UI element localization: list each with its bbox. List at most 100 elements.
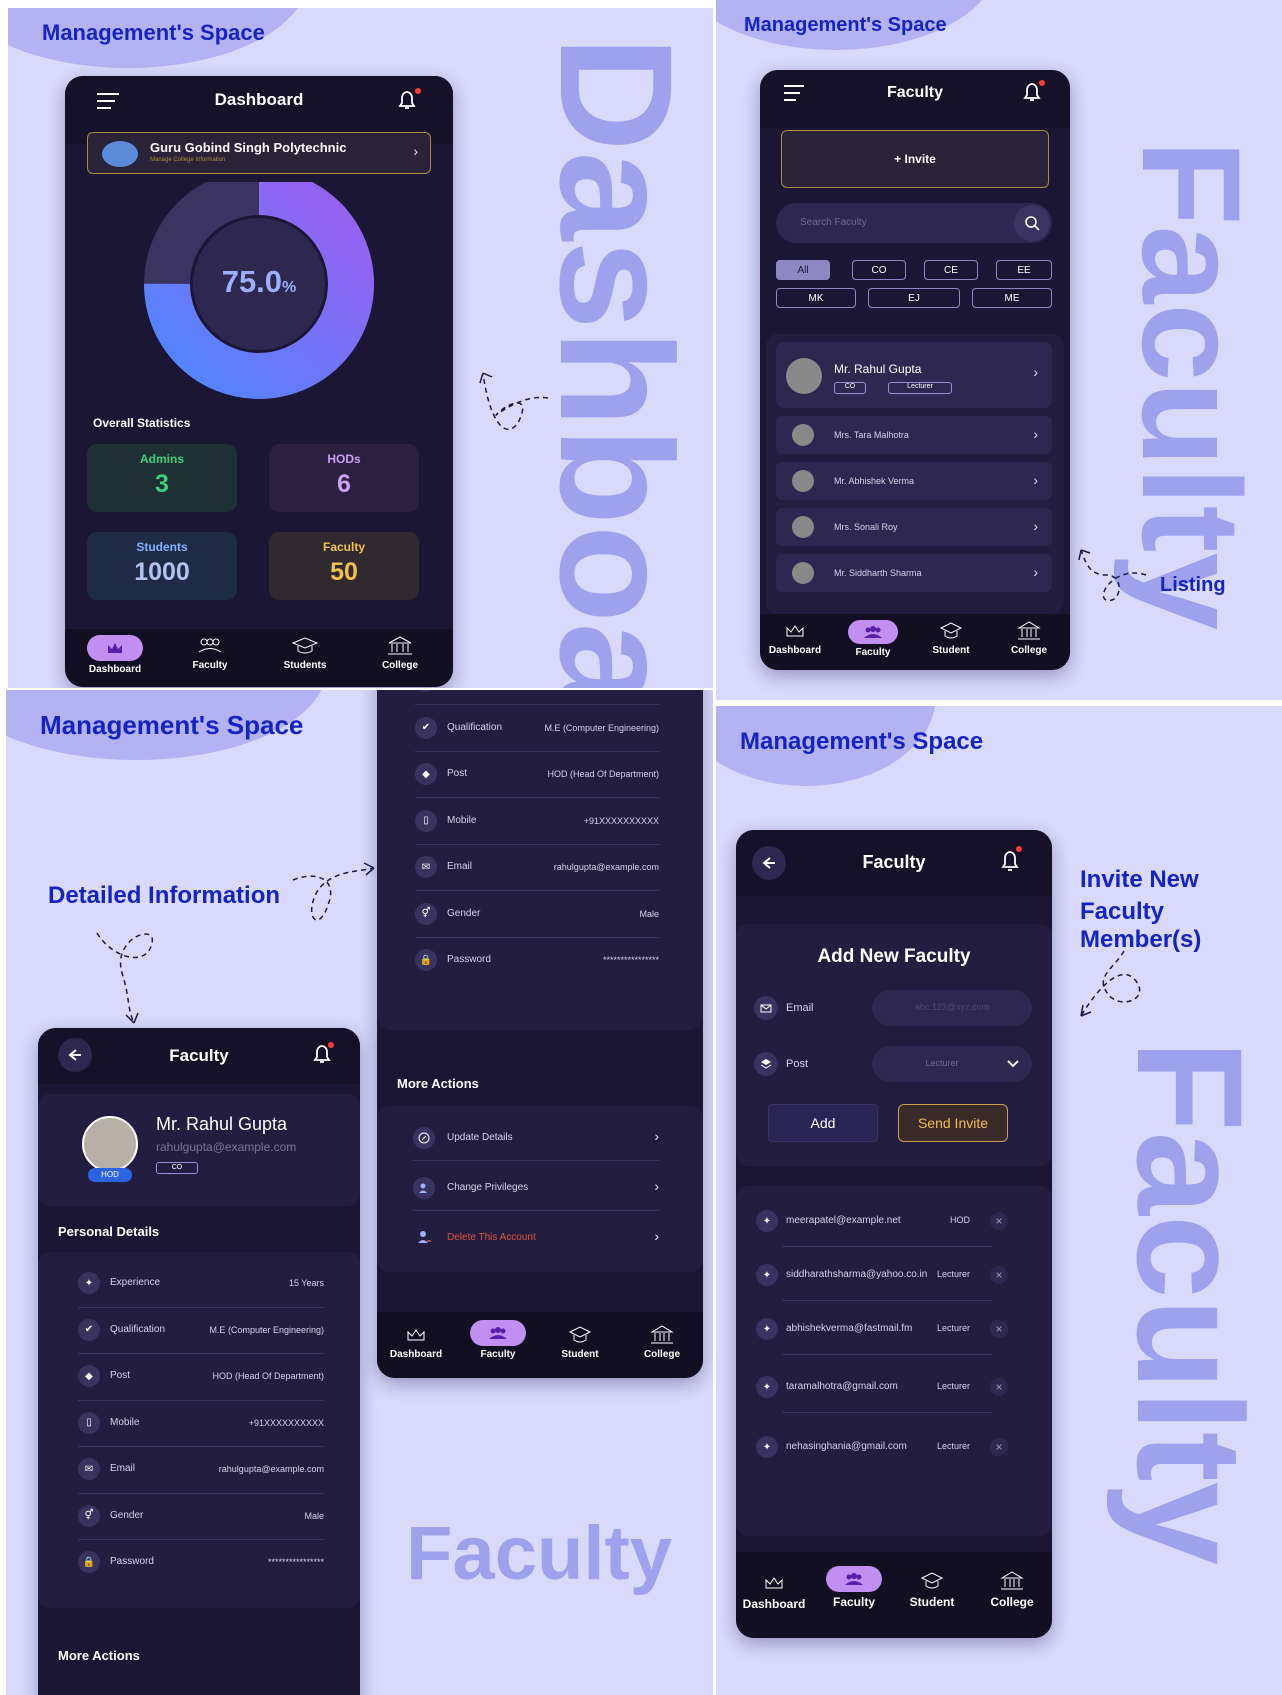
field-label: Qualification <box>447 721 503 733</box>
filter-chip[interactable]: CE <box>924 260 978 280</box>
phone-icon: ▯ <box>415 809 437 832</box>
filter-chip[interactable]: MK <box>776 288 856 308</box>
college-card[interactable]: Guru Gobind Singh Polytechnic Manage Col… <box>87 132 431 174</box>
divider <box>413 1160 659 1161</box>
stat-value: 50 <box>330 558 358 586</box>
nav-students[interactable]: Students <box>265 635 345 671</box>
invite-button[interactable]: + Invite <box>781 130 1049 188</box>
filter-chip[interactable]: ME <box>972 288 1052 308</box>
nav-student[interactable]: Student <box>892 1570 972 1609</box>
graduation-cap-icon <box>291 637 319 654</box>
divider <box>78 1399 324 1401</box>
stat-value: 1000 <box>134 558 190 586</box>
phone-icon: ▯ <box>78 1411 100 1434</box>
lock-icon: 🔒 <box>78 1551 100 1573</box>
space-title: Management's Space <box>42 20 265 45</box>
divider <box>413 1210 659 1211</box>
post-select[interactable]: Lecturer <box>872 1046 1032 1082</box>
role-badge: HOD <box>88 1168 132 1182</box>
detail-panel: Management's Space Detailed Information … <box>6 690 713 1695</box>
remove-icon[interactable]: × <box>990 1320 1008 1338</box>
field-label: Email <box>110 1463 136 1474</box>
college-logo-icon <box>102 141 138 167</box>
search-bar[interactable]: Search Faculty <box>776 203 1052 243</box>
filter-chip[interactable]: EE <box>996 260 1052 280</box>
crown-icon <box>407 1329 425 1341</box>
hods-stat: HODs 6 <box>269 444 419 512</box>
nav-college[interactable]: College <box>972 1570 1052 1609</box>
notification-dot <box>1016 846 1022 852</box>
nav-faculty[interactable]: Faculty <box>834 620 912 658</box>
stat-value: 6 <box>337 470 351 498</box>
remove-icon[interactable]: × <box>990 1438 1008 1456</box>
list-item[interactable]: Mrs. Sonali Roy › <box>776 508 1052 546</box>
students-stat: Students 1000 <box>87 532 237 600</box>
change-privileges-action[interactable]: Change Privileges › <box>413 1168 659 1208</box>
invite-role: Lecturer <box>936 1441 970 1451</box>
remove-icon[interactable]: × <box>990 1212 1008 1230</box>
chevron-right-icon: › <box>1033 364 1038 380</box>
filter-chip[interactable]: CO <box>852 260 906 280</box>
field-value: **************** <box>602 955 659 965</box>
email-input[interactable]: abc.123@xyz.com <box>872 990 1032 1026</box>
nav-dashboard[interactable]: Dashboard <box>377 1324 457 1360</box>
invite-email: meerapatel@example.net <box>786 1215 901 1226</box>
space-title: Management's Space <box>740 728 984 755</box>
field-label: Email <box>447 861 473 872</box>
update-details-action[interactable]: Update Details › <box>413 1118 659 1158</box>
nav-dashboard[interactable]: Dashboard <box>75 635 155 675</box>
faculty-stat: Faculty 50 <box>269 532 419 600</box>
listing-phone: Faculty + Invite Search Faculty All CO C… <box>760 70 1070 670</box>
filter-chip[interactable]: EJ <box>868 288 960 308</box>
mail-icon: ✉ <box>78 1458 100 1480</box>
stat-label: Students <box>136 540 188 554</box>
nav-faculty[interactable]: Faculty <box>457 1320 539 1360</box>
invite-panel: Management's Space Invite New Faculty Me… <box>716 706 1282 1695</box>
search-icon[interactable] <box>1014 205 1050 241</box>
arrow-doodle <box>1080 950 1141 1017</box>
divider <box>782 1246 992 1247</box>
listing-label: Listing <box>1160 574 1226 596</box>
featured-faculty-card[interactable]: Mr. Rahul Gupta CO Lecturer › <box>776 342 1052 408</box>
nav-student[interactable]: Student <box>539 1324 621 1360</box>
nav-college[interactable]: College <box>621 1324 703 1360</box>
invites-card <box>736 1186 1052 1536</box>
building-icon <box>650 1325 674 1344</box>
divider <box>78 1353 324 1354</box>
arrow-doodle <box>292 862 375 921</box>
bell-icon[interactable] <box>998 848 1022 879</box>
field-label: Gender <box>110 1509 144 1521</box>
list-item[interactable]: Mrs. Tara Malhotra › <box>776 416 1052 454</box>
delete-account-action[interactable]: Delete This Account › <box>413 1218 659 1258</box>
field-label: Gender <box>447 907 481 919</box>
stat-label: Faculty <box>322 540 365 554</box>
invite-email: nehasinghania@gmail.com <box>786 1441 907 1452</box>
profile-name: Mr. Rahul Gupta <box>156 1114 288 1134</box>
list-item[interactable]: Mr. Siddharth Sharma › <box>776 554 1052 592</box>
filter-chip[interactable]: All <box>776 260 830 280</box>
list-item[interactable]: Mr. Abhishek Verma › <box>776 462 1052 500</box>
invite-role: HOD <box>950 1215 970 1225</box>
remove-icon[interactable]: × <box>990 1378 1008 1396</box>
nav-student[interactable]: Student <box>912 620 990 656</box>
divider <box>415 704 659 705</box>
divider <box>415 936 659 938</box>
listing-panel: Management's Space Faculty Listing Facul… <box>716 0 1282 700</box>
nav-faculty[interactable]: Faculty <box>814 1566 894 1609</box>
dashboard-panel: Management's Space Dashboard Dashboard G… <box>8 8 713 688</box>
layers-icon: ◆ <box>415 763 437 785</box>
invite-role: Lecturer <box>936 1381 970 1391</box>
field-value: M.E (Computer Engineering) <box>544 722 659 733</box>
send-invite-button[interactable]: Send Invite <box>898 1104 1008 1142</box>
nav-college[interactable]: College <box>990 620 1068 656</box>
field-value: HOD (Head Of Department) <box>547 769 659 779</box>
nav-dashboard[interactable]: Dashboard <box>760 620 834 656</box>
remove-icon[interactable]: × <box>990 1266 1008 1284</box>
nav-dashboard[interactable]: Dashboard <box>736 1572 814 1611</box>
field-value: Male <box>304 1510 324 1521</box>
divider <box>782 1412 992 1413</box>
add-button[interactable]: Add <box>768 1104 878 1142</box>
nav-faculty[interactable]: Faculty <box>170 635 250 671</box>
chevron-right-icon: › <box>413 143 418 159</box>
nav-college[interactable]: College <box>360 635 440 671</box>
